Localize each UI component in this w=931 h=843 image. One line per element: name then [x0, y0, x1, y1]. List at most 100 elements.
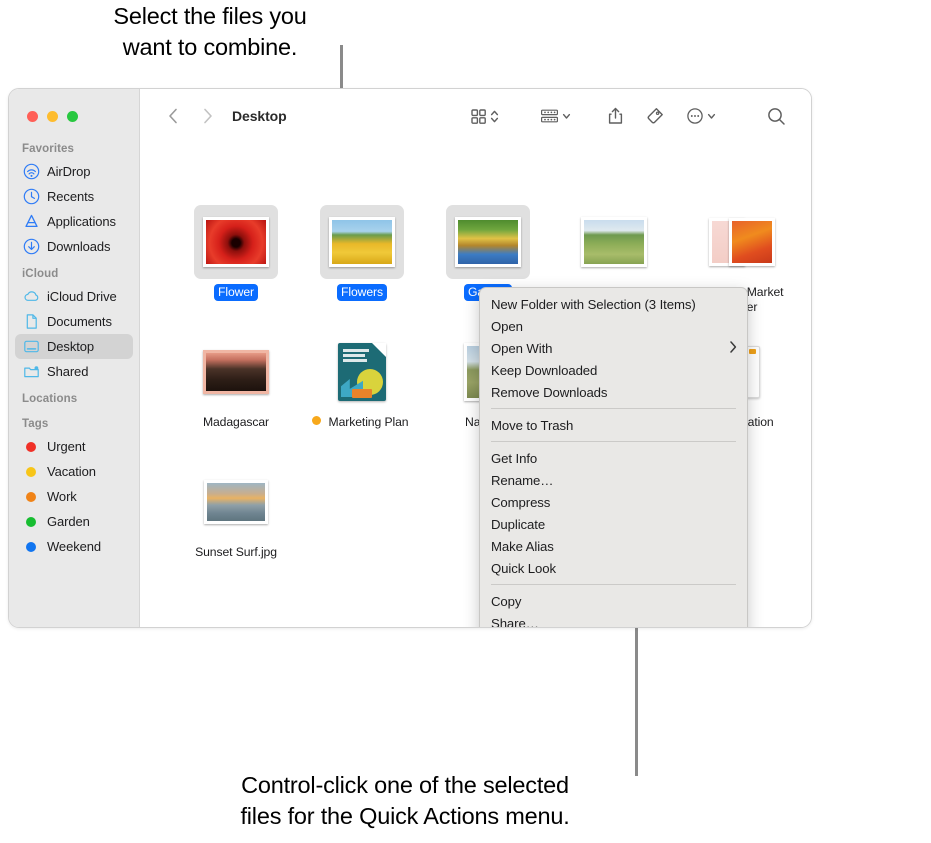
menu-item-quick-look[interactable]: Quick Look	[480, 557, 747, 579]
callout-top-text: Select the files you want to combine.	[40, 1, 380, 63]
sidebar-item-shared[interactable]: Shared	[15, 359, 133, 384]
sidebar-item-airdrop[interactable]: AirDrop	[15, 159, 133, 184]
tag-icon	[646, 107, 664, 125]
applications-icon	[22, 213, 40, 231]
toolbar: Desktop	[140, 89, 811, 143]
file-item[interactable]: Flowers	[310, 205, 414, 301]
menu-item-rename[interactable]: Rename…	[480, 469, 747, 491]
close-button[interactable]	[27, 111, 38, 122]
file-label-row: Sunset Surf.jpg	[184, 539, 288, 561]
file-label: Madagascar	[199, 414, 273, 431]
desktop-icon	[23, 338, 40, 355]
view-options-button[interactable]	[470, 103, 499, 129]
sidebar-item-work[interactable]: Work	[15, 484, 133, 509]
sidebar-item-documents[interactable]: Documents	[15, 309, 133, 334]
zoom-button[interactable]	[67, 111, 78, 122]
sidebar-item-vacation[interactable]: Vacation	[15, 459, 133, 484]
file-label: Marketing Plan	[325, 414, 413, 431]
minimize-button[interactable]	[47, 111, 58, 122]
file-thumbnail	[194, 335, 278, 409]
sidebar-item-label: Documents	[47, 314, 112, 329]
menu-item-label: Make Alias	[491, 539, 554, 554]
finder-window: Favorites AirDrop Recents Applications D…	[8, 88, 812, 628]
airdrop-icon	[23, 163, 40, 180]
grid-view-icon	[470, 108, 487, 125]
menu-item-remove-downloads[interactable]: Remove Downloads	[480, 381, 747, 403]
menu-item-copy[interactable]: Copy	[480, 590, 747, 612]
menu-item-label: Open With	[491, 341, 552, 356]
downloads-icon	[23, 238, 40, 255]
cloud-icon	[23, 288, 40, 305]
file-item[interactable]: Marketing Plan	[310, 335, 414, 431]
sidebar-item-label: Recents	[47, 189, 94, 204]
file-label: Flower	[214, 284, 258, 301]
thumbnail-garden	[455, 217, 521, 267]
forward-button[interactable]	[197, 105, 219, 127]
menu-item-label: Copy	[491, 594, 521, 609]
chevron-down-icon	[562, 108, 571, 125]
sidebar-item-label: Applications	[47, 214, 116, 229]
file-label: Flowers	[337, 284, 387, 301]
file-thumbnail	[572, 205, 656, 279]
sidebar-item-desktop[interactable]: Desktop	[15, 334, 133, 359]
sidebar-item-label: Shared	[47, 364, 88, 379]
sidebar-item-downloads[interactable]: Downloads	[15, 234, 133, 259]
menu-item-open[interactable]: Open	[480, 315, 747, 337]
cloud-icon	[22, 288, 40, 306]
file-item[interactable]: Madagascar	[184, 335, 288, 431]
screenshot-root: Select the files you want to combine. Co…	[0, 0, 931, 843]
file-item[interactable]: Sunset Surf.jpg	[184, 465, 288, 561]
tag-dot-icon	[22, 513, 40, 531]
menu-item-label: Quick Look	[491, 561, 556, 576]
sidebar-item-label: Work	[47, 489, 77, 504]
desktop-icon	[22, 338, 40, 356]
tags-button[interactable]	[646, 103, 664, 129]
back-button[interactable]	[162, 105, 184, 127]
sidebar-item-label: Urgent	[47, 439, 85, 454]
menu-item-label: Duplicate	[491, 517, 545, 532]
sidebar-item-applications[interactable]: Applications	[15, 209, 133, 234]
more-actions-button[interactable]	[686, 103, 716, 129]
sidebar-group-tags: TagsUrgentVacationWorkGardenWeekend	[9, 418, 139, 559]
thumbnail-red-flower	[203, 217, 269, 267]
sidebar-item-label: Weekend	[47, 539, 101, 554]
sidebar-item-icloud-drive[interactable]: iCloud Drive	[15, 284, 133, 309]
sidebar-item-weekend[interactable]: Weekend	[15, 534, 133, 559]
menu-item-get-info[interactable]: Get Info	[480, 447, 747, 469]
callout-bottom-text: Control-click one of the selected files …	[155, 770, 655, 832]
menu-item-make-alias[interactable]: Make Alias	[480, 535, 747, 557]
thumbnail-field	[581, 217, 647, 267]
sidebar-group-header: iCloud	[9, 268, 139, 284]
sidebar-item-label: Desktop	[47, 339, 94, 354]
menu-item-open-with[interactable]: Open With	[480, 337, 747, 359]
sidebar-item-label: AirDrop	[47, 164, 90, 179]
menu-item-share[interactable]: Share…	[480, 612, 747, 628]
menu-item-label: Keep Downloaded	[491, 363, 597, 378]
menu-item-duplicate[interactable]: Duplicate	[480, 513, 747, 535]
menu-item-move-to-trash[interactable]: Move to Trash	[480, 414, 747, 436]
menu-item-keep-downloaded[interactable]: Keep Downloaded	[480, 359, 747, 381]
search-button[interactable]	[767, 103, 786, 129]
file-thumbnail	[320, 205, 404, 279]
chevron-left-icon	[168, 108, 178, 124]
more-actions-icon	[686, 107, 704, 125]
sidebar-group-header: Favorites	[9, 143, 139, 159]
file-thumbnail	[194, 205, 278, 279]
menu-separator	[491, 584, 736, 585]
menu-item-compress[interactable]: Compress	[480, 491, 747, 513]
sidebar-item-recents[interactable]: Recents	[15, 184, 133, 209]
sidebar-item-urgent[interactable]: Urgent	[15, 434, 133, 459]
clock-icon	[22, 188, 40, 206]
sidebar-item-garden[interactable]: Garden	[15, 509, 133, 534]
chevron-up-down-icon	[490, 108, 499, 125]
menu-item-new-folder-with-selection-3-items[interactable]: New Folder with Selection (3 Items)	[480, 293, 747, 315]
menu-item-label: Get Info	[491, 451, 537, 466]
menu-separator	[491, 408, 736, 409]
tag-dot-icon	[26, 467, 36, 477]
sidebar-group-locations: Locations	[9, 393, 139, 409]
file-label: Sunset Surf.jpg	[191, 544, 281, 561]
file-item[interactable]: Flower	[184, 205, 288, 301]
share-button[interactable]	[608, 103, 623, 129]
applications-icon	[23, 213, 40, 230]
group-by-button[interactable]	[540, 103, 571, 129]
